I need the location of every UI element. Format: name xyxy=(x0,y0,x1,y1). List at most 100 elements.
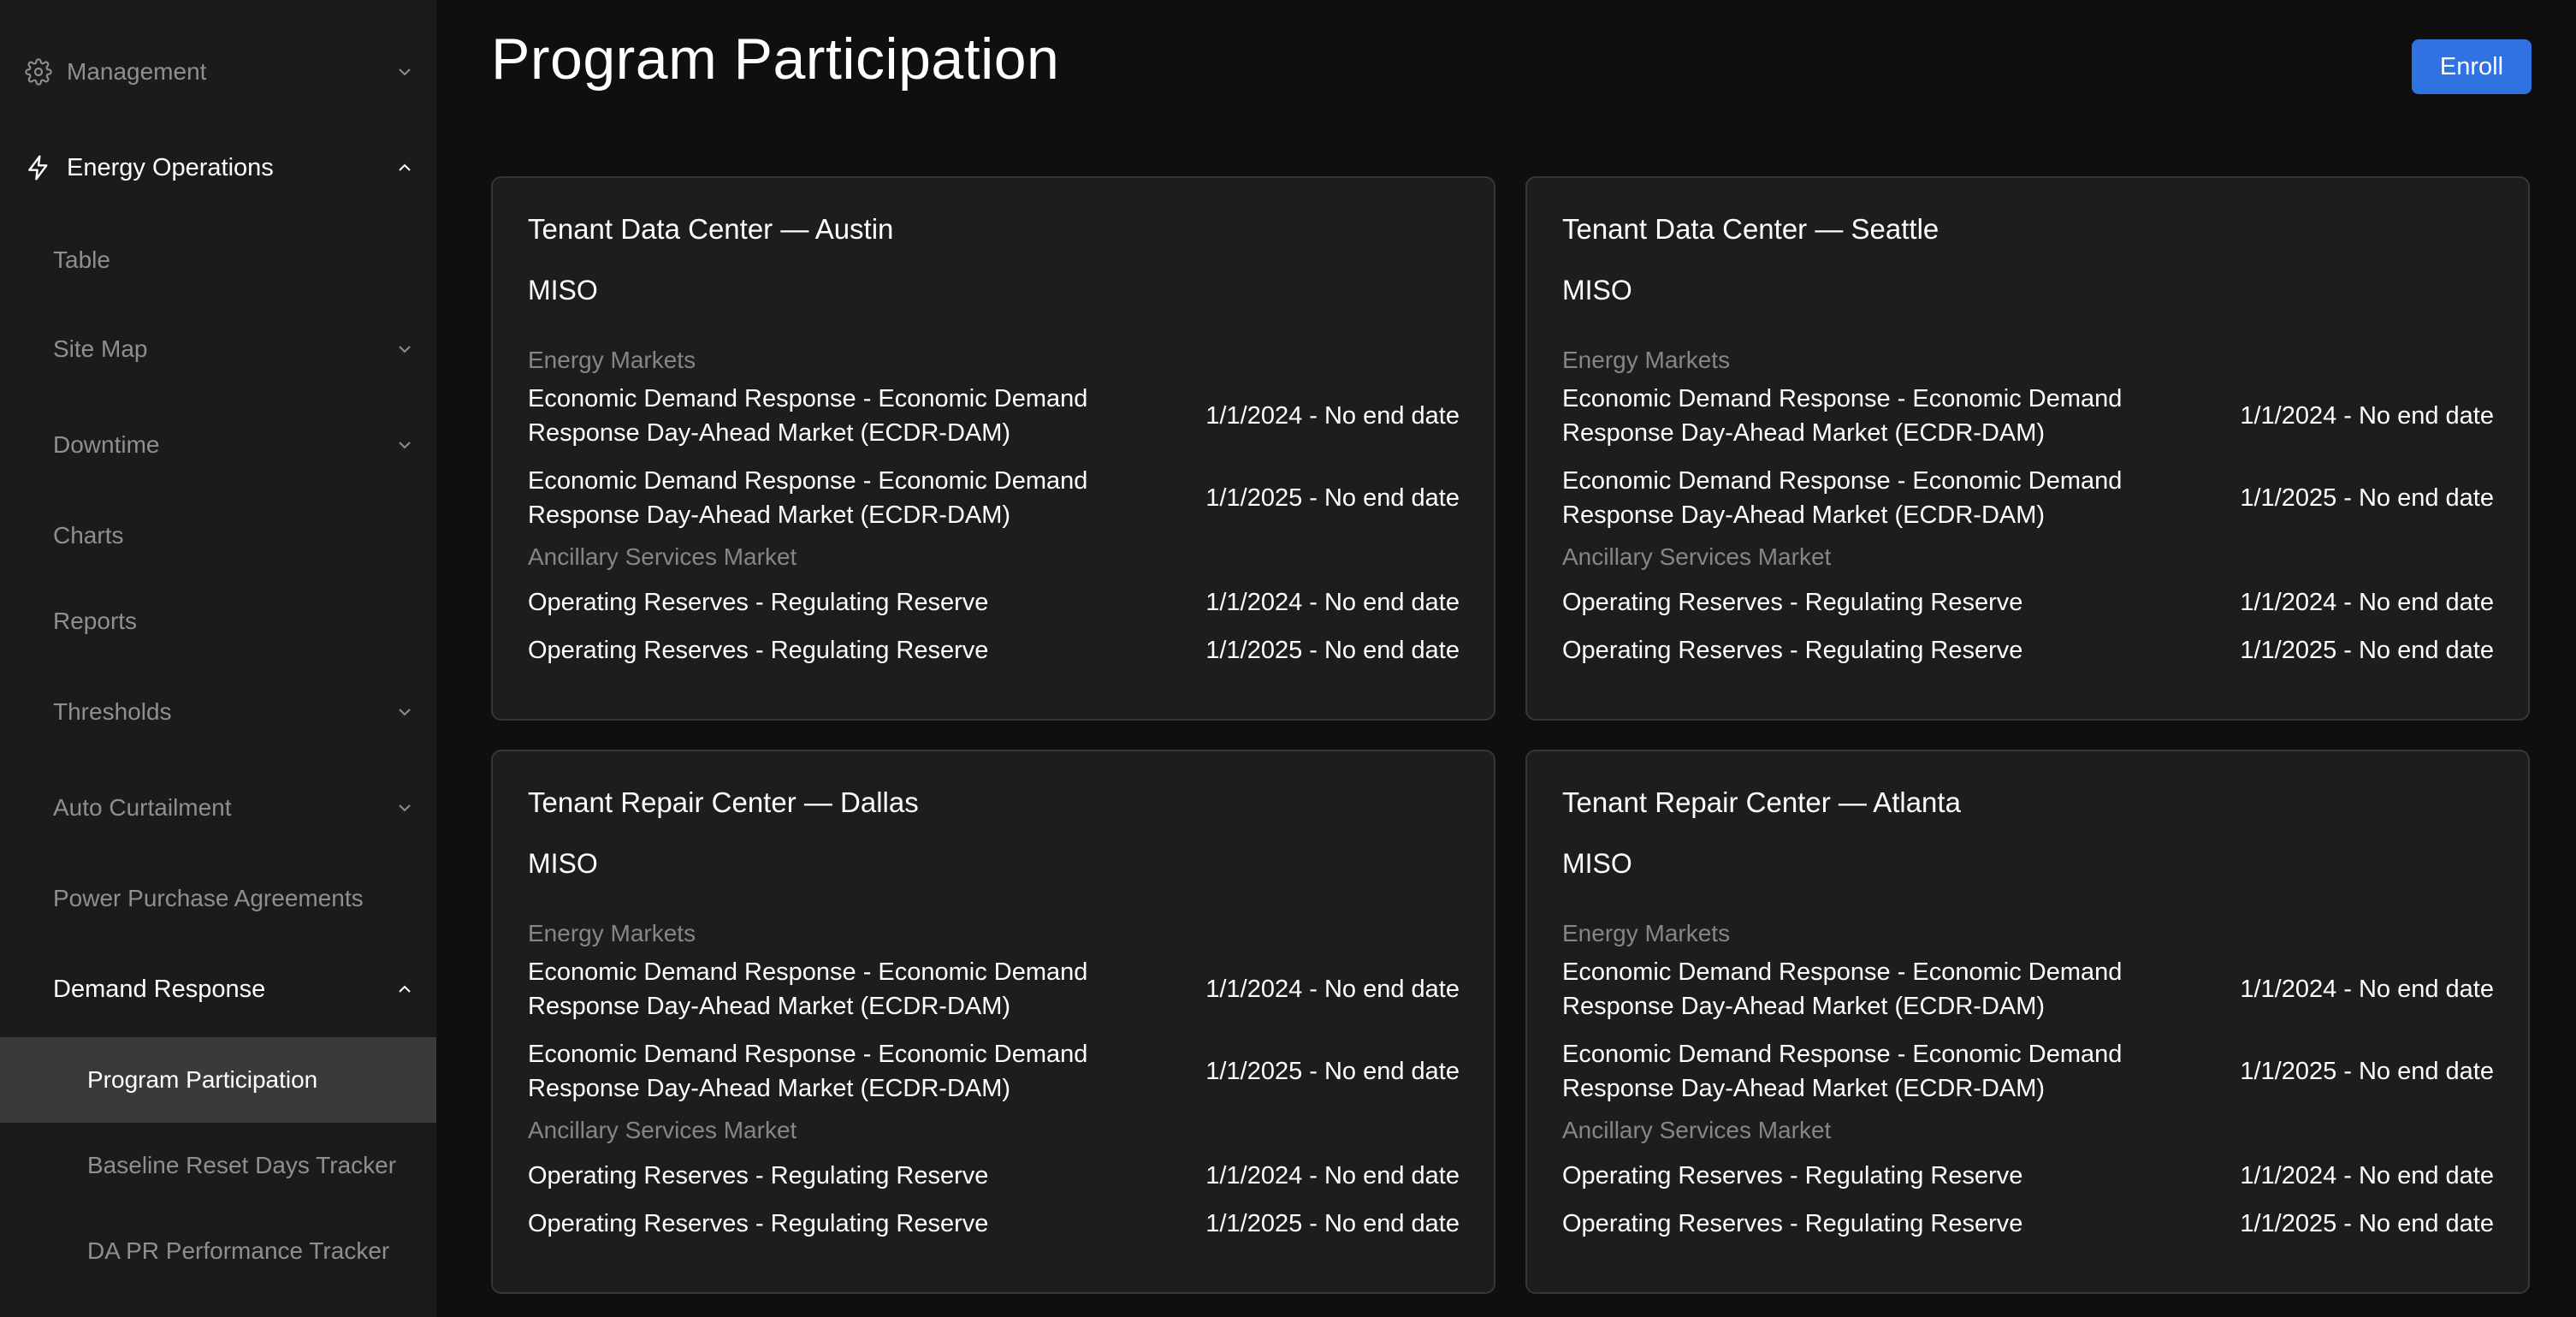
program-name: Operating Reserves - Regulating Reserve xyxy=(528,1209,989,1237)
program-name: Economic Demand Response - Economic Dema… xyxy=(1562,385,2123,447)
iso-label: MISO xyxy=(1562,848,1632,879)
lightning-icon xyxy=(24,153,53,182)
sidebar-item-downtime[interactable]: Downtime xyxy=(0,421,436,469)
program-row: Economic Demand Response - Economic Dema… xyxy=(1562,1037,2494,1106)
program-row: Operating Reserves - Regulating Reserve … xyxy=(528,1157,1460,1195)
sidebar-item-auto-curtailment[interactable]: Auto Curtailment xyxy=(0,784,436,832)
site-card: Tenant Data Center — Seattle MISO Energy… xyxy=(1525,176,2530,721)
program-dates: 1/1/2025 - No end date xyxy=(1205,1057,1460,1085)
sidebar-item-thresholds[interactable]: Thresholds xyxy=(0,688,436,736)
program-name: Operating Reserves - Regulating Reserve xyxy=(528,636,989,664)
program-row: Operating Reserves - Regulating Reserve … xyxy=(1562,1157,2494,1195)
sidebar-item-label: Program Participation xyxy=(87,1066,318,1093)
program-cards-grid: Tenant Data Center — Austin MISO Energy … xyxy=(491,176,2532,1294)
sidebar: Management Energy Operations Table Site … xyxy=(0,0,436,1317)
sidebar-item-label: Table xyxy=(53,246,110,273)
sidebar-item-program-participation[interactable]: Program Participation xyxy=(0,1037,436,1123)
sidebar-item-label: Auto Curtailment xyxy=(53,794,232,821)
program-dates: 1/1/2024 - No end date xyxy=(1205,975,1460,1003)
program-name: Economic Demand Response - Economic Dema… xyxy=(528,1041,1088,1102)
program-name: Operating Reserves - Regulating Reserve xyxy=(1562,588,2023,616)
program-row: Operating Reserves - Regulating Reserve … xyxy=(528,584,1460,621)
enroll-button[interactable]: Enroll xyxy=(2412,39,2532,94)
sidebar-item-management[interactable]: Management xyxy=(0,48,436,96)
sidebar-item-demand-response[interactable]: Demand Response xyxy=(0,965,436,1013)
program-row: Operating Reserves - Regulating Reserve … xyxy=(1562,1205,2494,1243)
sidebar-item-baseline-reset-days-tracker[interactable]: Baseline Reset Days Tracker xyxy=(0,1142,436,1189)
iso-label: MISO xyxy=(528,848,598,879)
program-row: Economic Demand Response - Economic Dema… xyxy=(1562,382,2494,450)
site-title: Tenant Data Center — Seattle xyxy=(1562,213,1939,245)
sidebar-item-label: Downtime xyxy=(53,431,160,458)
program-dates: 1/1/2025 - No end date xyxy=(1205,483,1460,512)
sidebar-item-label: Charts xyxy=(53,522,124,549)
program-name: Operating Reserves - Regulating Reserve xyxy=(1562,1209,2023,1237)
sidebar-item-label: Reports xyxy=(53,608,138,634)
site-title: Tenant Data Center — Austin xyxy=(528,213,894,245)
sidebar-item-energy-operations[interactable]: Energy Operations xyxy=(0,144,436,192)
sidebar-item-reports[interactable]: Reports xyxy=(0,597,436,645)
program-dates: 1/1/2025 - No end date xyxy=(2240,1209,2494,1237)
program-name: Economic Demand Response - Economic Dema… xyxy=(1562,1041,2123,1102)
section-heading-ancillary-services: Ancillary Services Market xyxy=(528,543,797,570)
sidebar-item-power-purchase-agreements[interactable]: Power Purchase Agreements xyxy=(0,875,436,922)
sidebar-item-site-map[interactable]: Site Map xyxy=(0,325,436,373)
program-row: Economic Demand Response - Economic Dema… xyxy=(528,955,1460,1023)
sidebar-item-charts[interactable]: Charts xyxy=(0,512,436,560)
program-name: Operating Reserves - Regulating Reserve xyxy=(1562,1161,2023,1189)
program-row: Economic Demand Response - Economic Dema… xyxy=(528,464,1460,532)
main-content: Program Participation Enroll Tenant Data… xyxy=(436,0,2576,1317)
program-dates: 1/1/2025 - No end date xyxy=(1205,1209,1460,1237)
program-row: Operating Reserves - Regulating Reserve … xyxy=(1562,632,2494,669)
sidebar-item-table[interactable]: Table xyxy=(0,236,436,284)
program-row: Operating Reserves - Regulating Reserve … xyxy=(528,632,1460,669)
program-row: Economic Demand Response - Economic Dema… xyxy=(1562,955,2494,1023)
program-name: Operating Reserves - Regulating Reserve xyxy=(528,1161,989,1189)
program-name: Economic Demand Response - Economic Dema… xyxy=(1562,958,2123,1020)
program-dates: 1/1/2025 - No end date xyxy=(2240,483,2494,512)
section-heading-energy-markets: Energy Markets xyxy=(1562,920,1731,946)
program-name: Economic Demand Response - Economic Dema… xyxy=(1562,467,2123,529)
sidebar-item-label: Site Map xyxy=(53,335,148,362)
program-name: Operating Reserves - Regulating Reserve xyxy=(528,588,989,616)
program-name: Economic Demand Response - Economic Dema… xyxy=(528,467,1088,529)
program-name: Operating Reserves - Regulating Reserve xyxy=(1562,636,2023,664)
program-dates: 1/1/2024 - No end date xyxy=(1205,1161,1460,1189)
program-row: Economic Demand Response - Economic Dema… xyxy=(1562,464,2494,532)
chevron-down-icon xyxy=(395,798,414,817)
sidebar-item-label: Demand Response xyxy=(53,975,266,1003)
section-heading-ancillary-services: Ancillary Services Market xyxy=(528,1117,797,1143)
gear-icon xyxy=(24,57,53,86)
program-row: Economic Demand Response - Economic Dema… xyxy=(528,382,1460,450)
site-title: Tenant Repair Center — Atlanta xyxy=(1562,786,1961,818)
iso-label: MISO xyxy=(528,275,598,306)
program-dates: 1/1/2025 - No end date xyxy=(2240,1057,2494,1085)
program-dates: 1/1/2024 - No end date xyxy=(1205,588,1460,616)
chevron-down-icon xyxy=(395,340,414,359)
program-name: Economic Demand Response - Economic Dema… xyxy=(528,385,1088,447)
iso-label: MISO xyxy=(1562,275,1632,306)
sidebar-item-label: Management xyxy=(67,58,207,85)
program-dates: 1/1/2024 - No end date xyxy=(2240,401,2494,430)
site-card: Tenant Data Center — Austin MISO Energy … xyxy=(491,176,1495,721)
sidebar-item-label: Thresholds xyxy=(53,698,172,725)
chevron-down-icon xyxy=(395,703,414,721)
program-row: Economic Demand Response - Economic Dema… xyxy=(528,1037,1460,1106)
program-dates: 1/1/2024 - No end date xyxy=(2240,975,2494,1003)
site-card: Tenant Repair Center — Atlanta MISO Ener… xyxy=(1525,750,2530,1294)
section-heading-ancillary-services: Ancillary Services Market xyxy=(1562,543,1832,570)
program-dates: 1/1/2024 - No end date xyxy=(2240,1161,2494,1189)
section-heading-energy-markets: Energy Markets xyxy=(528,920,696,946)
sidebar-item-da-pr-performance-tracker[interactable]: DA PR Performance Tracker xyxy=(0,1227,436,1275)
sidebar-item-label: Power Purchase Agreements xyxy=(53,885,364,911)
section-heading-energy-markets: Energy Markets xyxy=(1562,347,1731,373)
chevron-down-icon xyxy=(395,436,414,454)
site-title: Tenant Repair Center — Dallas xyxy=(528,786,919,818)
section-heading-ancillary-services: Ancillary Services Market xyxy=(1562,1117,1832,1143)
chevron-up-icon xyxy=(395,980,414,999)
sidebar-item-label: DA PR Performance Tracker xyxy=(87,1237,390,1264)
app-shell: Management Energy Operations Table Site … xyxy=(0,0,2576,1317)
program-row: Operating Reserves - Regulating Reserve … xyxy=(528,1205,1460,1243)
page-title: Program Participation xyxy=(491,27,1060,92)
program-name: Economic Demand Response - Economic Dema… xyxy=(528,958,1088,1020)
